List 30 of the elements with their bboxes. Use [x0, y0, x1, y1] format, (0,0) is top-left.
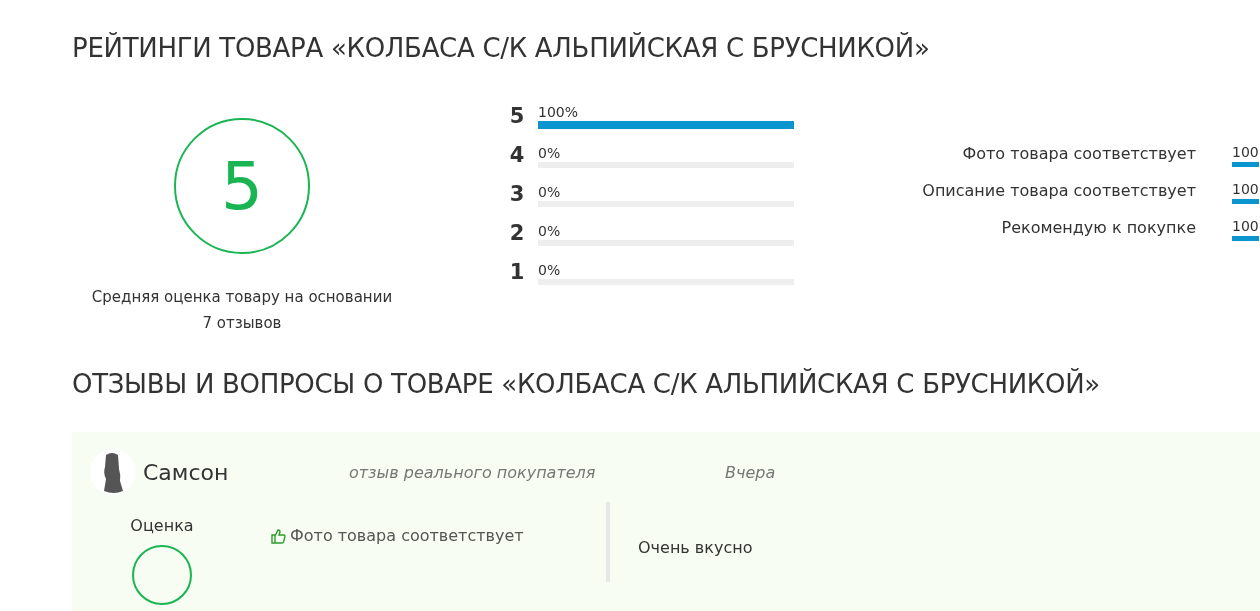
rating-circle: [132, 545, 192, 605]
criterion-value: 100: [1232, 217, 1259, 236]
star-number: 2: [508, 220, 526, 246]
review-text: Очень вкусно: [638, 538, 753, 559]
percent-label: 0%: [538, 261, 561, 279]
criterion-label: Фото товара соответствует: [961, 143, 1196, 165]
percent-label: 0%: [538, 144, 561, 162]
thumbs-up-icon: [270, 527, 286, 544]
star-number: 4: [508, 142, 526, 168]
average-caption: Средняя оценка товару на основании: [91, 287, 393, 308]
criterion-value: 100: [1232, 180, 1259, 199]
criterion-value: 100: [1232, 143, 1259, 162]
avatar-icon: [90, 449, 136, 495]
author-name: Самсон: [143, 459, 230, 485]
criterion-label: Описание товара соответствует: [921, 180, 1196, 202]
review-count: 7 отзывов: [202, 313, 282, 334]
percent-label: 0%: [538, 183, 561, 201]
percent-label: 0%: [538, 222, 561, 240]
star-number: 1: [508, 259, 526, 285]
star-number: 3: [508, 181, 526, 207]
pro-item: Фото товара соответствует: [270, 526, 524, 545]
review-date: Вчера: [725, 462, 776, 482]
rating-label: Оценка: [130, 516, 194, 535]
criterion-label: Рекомендую к покупке: [1000, 217, 1196, 239]
section-title: ОТЗЫВЫ И ВОПРОСЫ О ТОВАРЕ «КОЛБАСА С/К АЛЬПИЙСКАЯ С БРУСНИКОЙ»: [72, 367, 1101, 401]
percent-label: 100%: [538, 103, 579, 121]
star-number: 5: [508, 103, 526, 129]
buyer-note: отзыв реального покупателя: [349, 462, 597, 482]
section-title: РЕЙТИНГИ ТОВАРА «КОЛБАСА С/К АЛЬПИЙСКАЯ С БРУСНИКОЙ»: [72, 31, 931, 65]
average-score: 5: [174, 118, 310, 254]
